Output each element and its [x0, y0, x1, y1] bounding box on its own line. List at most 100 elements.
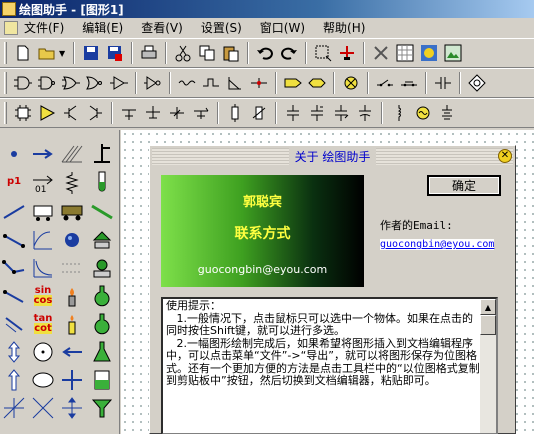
ray-tool-icon[interactable] [0, 282, 28, 310]
menu-file[interactable]: 文件(F) [24, 19, 64, 36]
paste-icon[interactable] [219, 42, 242, 65]
pulse-icon[interactable] [199, 72, 222, 95]
opamp-icon[interactable] [35, 102, 58, 125]
toolbar-grip[interactable] [4, 72, 7, 94]
yellow-hexagon-icon[interactable] [305, 72, 328, 95]
buffer-gate-icon[interactable] [107, 72, 130, 95]
cross-tool-icon[interactable] [29, 394, 57, 422]
funnel-icon[interactable] [88, 394, 116, 422]
trolley-icon[interactable] [58, 198, 86, 226]
toolbar-grip[interactable] [4, 42, 7, 64]
menu-view[interactable]: 查看(V) [141, 19, 183, 36]
stand-icon[interactable] [88, 140, 116, 168]
print-icon[interactable] [137, 42, 160, 65]
inverter-icon[interactable] [141, 72, 164, 95]
beaker-icon[interactable] [88, 366, 116, 394]
capacitor-v-icon-1[interactable] [281, 102, 304, 125]
select-rect-icon[interactable] [311, 42, 334, 65]
ellipse-tool-icon[interactable] [29, 366, 57, 394]
decay-graph-icon[interactable] [29, 254, 57, 282]
save-icon[interactable] [79, 42, 102, 65]
arrow-up-icon[interactable] [0, 366, 28, 394]
test-tube-icon[interactable] [88, 168, 116, 196]
copy-icon[interactable] [195, 42, 218, 65]
grid-icon[interactable] [393, 42, 416, 65]
burner-icon[interactable] [58, 282, 86, 310]
redo-icon[interactable] [277, 42, 300, 65]
variable-resistor-icon[interactable] [247, 102, 270, 125]
npn-transistor-icon[interactable] [59, 102, 82, 125]
wave-icon[interactable] [175, 72, 198, 95]
dimension-tool-icon[interactable] [0, 310, 28, 338]
and-gate-icon[interactable] [11, 72, 34, 95]
save-as-icon[interactable] [103, 42, 126, 65]
menu-edit[interactable]: 编辑(E) [82, 19, 123, 36]
line-tool-icon[interactable] [0, 198, 28, 226]
author-email-link[interactable]: guocongbin@eyou.com [380, 239, 495, 250]
capacitor-icon[interactable] [431, 72, 454, 95]
inductor-icon[interactable] [387, 102, 410, 125]
rod-icon[interactable] [88, 198, 116, 226]
switch-closed-icon[interactable] [397, 72, 420, 95]
snap-point-icon[interactable] [335, 42, 358, 65]
ac-source-icon[interactable] [411, 102, 434, 125]
diamond-icon[interactable] [465, 72, 488, 95]
erlenmeyer-flask-icon[interactable] [88, 338, 116, 366]
step-icon[interactable] [223, 72, 246, 95]
fet-icon-4[interactable] [189, 102, 212, 125]
double-arrow-v-icon[interactable] [0, 338, 28, 366]
tan-cot-tool[interactable]: tan cot [29, 310, 57, 338]
dialog-titlebar[interactable]: 关于 绘图助手 [152, 148, 513, 165]
flask-icon[interactable] [88, 310, 116, 338]
ok-button[interactable]: 确定 [427, 175, 501, 196]
candle-icon[interactable] [58, 310, 86, 338]
four-way-arrow-icon[interactable] [58, 394, 86, 422]
new-file-icon[interactable] [11, 42, 34, 65]
capacitor-v-icon-4[interactable] [353, 102, 376, 125]
cross-arrows-icon[interactable] [58, 366, 86, 394]
flask-stand-icon[interactable] [88, 254, 116, 282]
menu-settings[interactable]: 设置(S) [201, 19, 242, 36]
curve-graph-icon[interactable] [29, 226, 57, 254]
bitmap-copy-icon[interactable] [441, 42, 464, 65]
open-dropdown-icon[interactable]: ▼ [59, 49, 65, 58]
axis-star-icon[interactable] [0, 394, 28, 422]
round-flask-icon[interactable] [88, 282, 116, 310]
toolbar-grip[interactable] [4, 102, 7, 124]
lamp-icon[interactable] [339, 72, 362, 95]
resistor-icon[interactable] [223, 102, 246, 125]
fet-icon-3[interactable] [165, 102, 188, 125]
segment-tool-icon[interactable] [0, 226, 28, 254]
open-folder-icon[interactable] [35, 42, 58, 65]
fet-icon-1[interactable] [117, 102, 140, 125]
hatch-icon[interactable] [58, 140, 86, 168]
or-gate-icon[interactable] [59, 72, 82, 95]
point-label-tool[interactable]: p1 [0, 168, 28, 196]
capacitor-v-icon-3[interactable] [329, 102, 352, 125]
document-icon[interactable] [4, 20, 18, 35]
battery-icon[interactable] [435, 102, 458, 125]
spring-icon[interactable] [58, 168, 86, 196]
arrow-right-icon[interactable] [29, 140, 57, 168]
close-icon[interactable]: ✕ [498, 149, 512, 163]
usage-tips-textbox[interactable]: 使用提示： 1.一般情况下，点击鼠标只可以选中一个物体。如果在点击的同时按住Sh… [161, 297, 498, 434]
switch-open-icon[interactable] [373, 72, 396, 95]
yellow-arrow-icon[interactable] [281, 72, 304, 95]
grid-pattern-icon[interactable] [58, 254, 86, 282]
circle-tool-icon[interactable] [29, 338, 57, 366]
fet-icon-2[interactable] [141, 102, 164, 125]
arrow-left-icon[interactable] [58, 338, 86, 366]
nand-gate-icon[interactable] [35, 72, 58, 95]
polyline-tool-icon[interactable] [0, 254, 28, 282]
chip-icon[interactable] [11, 102, 34, 125]
color-picker-icon[interactable] [417, 42, 440, 65]
pnp-transistor-icon[interactable] [83, 102, 106, 125]
scroll-up-icon[interactable]: ▲ [480, 299, 496, 315]
menu-help[interactable]: 帮助(H) [323, 19, 365, 36]
dot-icon[interactable] [0, 140, 28, 168]
ball-icon[interactable] [58, 226, 86, 254]
scroll-thumb[interactable] [480, 315, 496, 335]
bunsen-stand-icon[interactable] [88, 226, 116, 254]
vector-label-icon[interactable]: 01 [29, 168, 57, 196]
cart-icon[interactable] [29, 198, 57, 226]
